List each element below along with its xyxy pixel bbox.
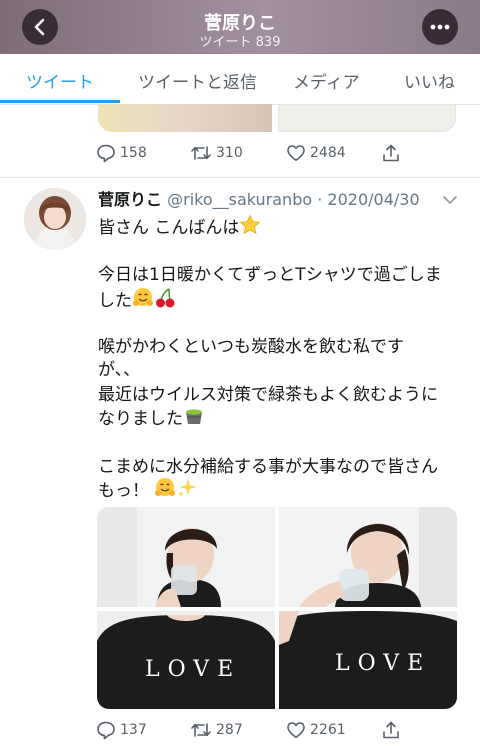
retweet-icon bbox=[191, 146, 211, 160]
tweet-display-name[interactable]: 菅原りこ bbox=[98, 190, 162, 209]
avatar[interactable] bbox=[24, 188, 86, 250]
like-icon bbox=[287, 722, 305, 738]
reply-button[interactable]: 137 bbox=[96, 720, 147, 740]
tab-media[interactable]: メディア bbox=[293, 68, 360, 93]
share-icon bbox=[383, 144, 399, 162]
tab-tweets-replies[interactable]: ツイートと返信 bbox=[138, 68, 257, 93]
tweet-media-grid: LOVE LOVE bbox=[97, 507, 457, 709]
tea-emoji bbox=[186, 409, 202, 424]
tab-tweets[interactable]: ツイート bbox=[26, 68, 94, 93]
shirt-print: LOVE bbox=[145, 657, 242, 682]
share-icon bbox=[383, 721, 399, 739]
tweet-text-line: もっ！ bbox=[98, 476, 198, 501]
photo-person-drinking bbox=[279, 507, 457, 607]
cherry-emoji bbox=[156, 288, 175, 308]
tweet-handle-date[interactable]: @riko__sakuranbo · 2020/04/30 bbox=[167, 190, 420, 209]
header-tweet-count: ツイート 839 bbox=[199, 35, 281, 50]
active-tab-indicator bbox=[0, 100, 120, 103]
like-button[interactable]: 2261 bbox=[286, 720, 346, 740]
tweet-photo[interactable] bbox=[279, 507, 457, 607]
more-icon bbox=[430, 24, 450, 30]
hug-emoji bbox=[133, 288, 153, 306]
tweet-text-line: が、、 bbox=[98, 360, 141, 380]
star-emoji bbox=[240, 214, 261, 235]
photo-person-drinking bbox=[97, 507, 275, 607]
tweet-text-line: した bbox=[98, 286, 176, 311]
reply-icon bbox=[97, 144, 115, 163]
share-button[interactable] bbox=[381, 720, 401, 740]
tweet-header: 菅原りこ @riko__sakuranbo · 2020/04/30 bbox=[98, 186, 420, 210]
reply-button[interactable]: 158 bbox=[96, 143, 147, 163]
previous-tweet-actions: 158 310 2484 bbox=[96, 143, 476, 167]
retweet-icon bbox=[191, 723, 211, 737]
avatar-photo bbox=[24, 188, 86, 250]
previous-media-photo[interactable] bbox=[278, 104, 456, 132]
tweet-text-line: こまめに水分補給する事が大事なので皆さん bbox=[98, 457, 438, 477]
chevron-down-icon[interactable] bbox=[442, 194, 458, 206]
tweet-text-line: 喉がかわくといつも炭酸水を飲む私です bbox=[98, 337, 404, 357]
previous-media-photo[interactable] bbox=[98, 104, 272, 132]
retweet-button[interactable]: 310 bbox=[190, 143, 243, 163]
tweet-photo[interactable]: LOVE bbox=[279, 611, 457, 709]
reply-count: 158 bbox=[120, 145, 147, 161]
profile-tabs: ツイート ツイートと返信 メディア いいね bbox=[0, 54, 480, 105]
reply-count: 137 bbox=[120, 722, 147, 738]
tweet-actions: 137 287 2261 bbox=[96, 720, 476, 744]
like-button[interactable]: 2484 bbox=[286, 143, 346, 163]
tweet-text-line: なりました bbox=[98, 404, 205, 429]
like-count: 2484 bbox=[310, 145, 346, 161]
sparkles-emoji bbox=[178, 479, 197, 497]
more-button[interactable] bbox=[422, 9, 458, 45]
retweet-button[interactable]: 287 bbox=[190, 720, 243, 740]
retweet-count: 287 bbox=[216, 722, 243, 738]
tweet-photo[interactable] bbox=[97, 507, 275, 607]
tab-likes[interactable]: いいね bbox=[404, 68, 455, 93]
previous-tweet-media[interactable] bbox=[98, 104, 456, 132]
reply-icon bbox=[97, 721, 115, 740]
hug-emoji bbox=[155, 478, 176, 496]
like-count: 2261 bbox=[310, 722, 346, 738]
tweet-text-line: 皆さん こんばんは bbox=[98, 213, 261, 238]
retweet-count: 310 bbox=[216, 145, 243, 161]
profile-header: 菅原りこ ツイート 839 bbox=[0, 0, 480, 54]
share-button[interactable] bbox=[381, 143, 401, 163]
tweet-text-line: 今日は1日暖かくてずっとTシャツで過ごしま bbox=[98, 265, 442, 285]
shirt-print: LOVE bbox=[335, 651, 432, 676]
tweet-photo[interactable]: LOVE bbox=[97, 611, 275, 709]
tweet-text-line: 最近はウイルス対策で緑茶もよく飲むように bbox=[98, 385, 438, 405]
like-icon bbox=[287, 145, 305, 161]
tweet-divider bbox=[0, 177, 480, 178]
